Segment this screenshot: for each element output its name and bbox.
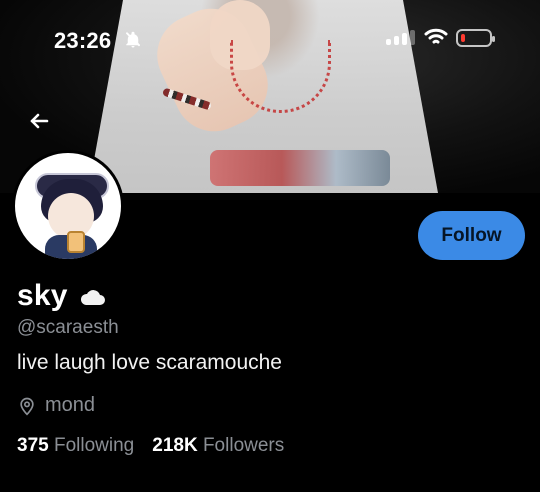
profile-display-name: sky — [17, 279, 68, 312]
followers-stat[interactable]: 218K Followers — [152, 435, 284, 457]
profile-bio: live laugh love scaramouche — [17, 351, 282, 374]
battery-icon — [456, 29, 495, 47]
followers-count: 218K — [152, 435, 198, 456]
battery-level — [461, 34, 465, 42]
banner-shirt-print — [210, 150, 390, 186]
location-pin-icon — [20, 397, 34, 416]
location-label: mond — [45, 394, 96, 416]
profile-location: mond — [17, 394, 95, 417]
following-label: Following — [53, 435, 135, 456]
back-button[interactable] — [24, 106, 54, 136]
arrow-left-icon — [30, 113, 49, 129]
following-count: 375 — [17, 435, 49, 456]
status-bar: 23:26 — [0, 0, 540, 80]
wifi-icon — [424, 28, 448, 44]
avatar-cup — [67, 231, 85, 253]
signal-icon — [386, 30, 415, 45]
cloud-emoji-icon — [80, 290, 105, 305]
followers-label: Followers — [202, 435, 285, 456]
profile-stats: 375 Following 218K Followers — [17, 435, 284, 457]
avatar[interactable] — [12, 150, 124, 262]
following-stat[interactable]: 375 Following — [17, 435, 134, 457]
status-time: 23:26 — [54, 28, 112, 53]
follow-button[interactable]: Follow — [418, 211, 525, 260]
bell-slash-icon — [126, 31, 140, 48]
profile-name-row: sky — [17, 279, 106, 313]
profile-handle: @scaraesth — [17, 317, 119, 338]
